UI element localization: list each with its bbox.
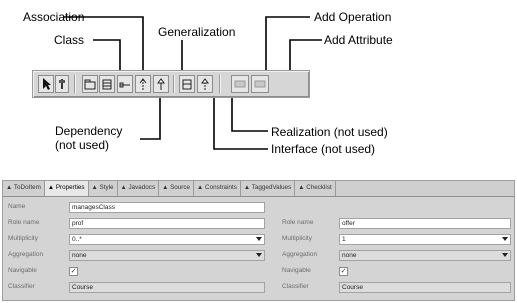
right-aggregation-label: Aggregation bbox=[282, 251, 318, 258]
right-aggregation-value: none bbox=[342, 252, 357, 259]
left-navigable-checkbox[interactable]: ✓ bbox=[69, 267, 78, 276]
toolbar-separator bbox=[74, 75, 76, 93]
association-callout: Association bbox=[23, 10, 85, 24]
properties-panel: ▲ ToDoItem ▲ Properties ▲ Style ▲ Javado… bbox=[2, 180, 515, 301]
chevron-down-icon bbox=[502, 237, 508, 241]
diagram-toolbar bbox=[32, 70, 310, 98]
right-navigable-checkbox[interactable]: ✓ bbox=[339, 267, 348, 276]
left-classifier-field[interactable]: Course bbox=[69, 282, 265, 293]
left-role-name-input[interactable]: prof bbox=[69, 218, 265, 229]
left-multiplicity-select[interactable]: 0..* bbox=[69, 234, 265, 245]
package-tool-button[interactable] bbox=[82, 75, 98, 93]
name-label: Name bbox=[8, 203, 26, 210]
realization-tool-button[interactable] bbox=[197, 75, 213, 93]
tab-label: Checklist bbox=[306, 184, 332, 191]
tab-label: Source bbox=[170, 184, 191, 191]
dependency-callout: Dependency (not used) bbox=[55, 124, 122, 152]
toolbar-separator bbox=[219, 75, 221, 93]
interface-leader bbox=[213, 98, 268, 150]
tab-constraints[interactable]: ▲ Constraints bbox=[194, 181, 241, 196]
tab-label: Javadocs bbox=[128, 184, 156, 191]
right-classifier-label: Classifier bbox=[282, 283, 309, 290]
class-tool-button[interactable] bbox=[99, 75, 115, 93]
add-attribute-tool-button[interactable] bbox=[251, 75, 269, 93]
tab-javadocs[interactable]: ▲ Javadocs bbox=[117, 181, 160, 196]
right-role-name-input[interactable]: offer bbox=[339, 218, 511, 229]
dependency-arrow-icon bbox=[139, 78, 147, 90]
attribute-icon bbox=[254, 80, 266, 88]
right-navigable-label: Navigable bbox=[282, 267, 311, 274]
tab-todoitem[interactable]: ▲ ToDoItem bbox=[3, 181, 45, 196]
tab-checklist[interactable]: ▲ Checklist bbox=[295, 181, 336, 196]
add-operation-tool-button[interactable] bbox=[231, 75, 249, 93]
right-multiplicity-value: 1 bbox=[342, 236, 346, 243]
left-aggregation-select[interactable]: none bbox=[69, 250, 265, 261]
tab-label: Style bbox=[99, 184, 114, 191]
add-attribute-leader bbox=[289, 39, 322, 70]
right-role-name-label: Role name bbox=[282, 219, 314, 226]
dependency-callout-line2: (not used) bbox=[55, 138, 110, 152]
left-aggregation-label: Aggregation bbox=[8, 251, 44, 258]
right-multiplicity-label: Multiplicity bbox=[282, 235, 312, 242]
name-input[interactable]: managesClass bbox=[69, 202, 265, 213]
dependency-tool-button[interactable] bbox=[135, 75, 151, 93]
tab-source[interactable]: ▲ Source bbox=[159, 181, 195, 196]
add-operation-callout: Add Operation bbox=[314, 10, 392, 24]
realization-callout: Realization (not used) bbox=[271, 125, 388, 139]
left-multiplicity-label: Multiplicity bbox=[8, 235, 38, 242]
tab-properties[interactable]: ▲ Properties bbox=[44, 181, 89, 196]
right-aggregation-select[interactable]: none bbox=[339, 250, 511, 261]
right-multiplicity-select[interactable]: 1 bbox=[339, 234, 511, 245]
left-multiplicity-value: 0..* bbox=[72, 236, 82, 243]
chevron-down-icon bbox=[256, 253, 262, 257]
left-aggregation-value: none bbox=[72, 252, 87, 259]
dependency-callout-line1: Dependency bbox=[55, 124, 123, 138]
left-classifier-label: Classifier bbox=[8, 283, 35, 290]
pin-icon bbox=[59, 79, 65, 89]
realization-arrow-icon bbox=[201, 78, 209, 90]
right-classifier-field[interactable]: Course bbox=[339, 282, 511, 293]
chevron-down-icon bbox=[502, 253, 508, 257]
interface-callout: Interface (not used) bbox=[271, 142, 376, 156]
generalization-tool-button[interactable] bbox=[153, 75, 169, 93]
note-tool-button[interactable] bbox=[55, 75, 69, 93]
tab-label: TaggedValues bbox=[251, 184, 292, 191]
add-operation-leader bbox=[265, 16, 310, 70]
select-tool-button[interactable] bbox=[38, 75, 54, 93]
operation-icon bbox=[234, 80, 246, 88]
realization-leader bbox=[231, 98, 268, 132]
association-line-icon bbox=[119, 82, 130, 88]
left-navigable-label: Navigable bbox=[8, 267, 37, 274]
tab-style[interactable]: ▲ Style bbox=[88, 181, 118, 196]
panel-tabs: ▲ ToDoItem ▲ Properties ▲ Style ▲ Javado… bbox=[3, 181, 514, 197]
tab-taggedvalues[interactable]: ▲ TaggedValues bbox=[240, 181, 296, 196]
package-icon bbox=[84, 79, 96, 90]
tab-label: Constraints bbox=[205, 184, 237, 191]
chevron-down-icon bbox=[256, 237, 262, 241]
add-attribute-callout: Add Attribute bbox=[324, 33, 393, 47]
arrow-pointer-icon bbox=[43, 78, 51, 90]
class-icon bbox=[102, 79, 112, 90]
class-leader bbox=[93, 39, 121, 70]
tab-label: Properties bbox=[55, 184, 85, 191]
tab-label: ToDoItem bbox=[13, 184, 41, 191]
dependency-leader bbox=[140, 98, 161, 140]
generalization-arrow-icon bbox=[157, 78, 165, 90]
interface-icon bbox=[182, 79, 192, 90]
left-role-name-label: Role name bbox=[8, 219, 40, 226]
association-tool-button[interactable] bbox=[117, 75, 133, 93]
toolbar-separator bbox=[173, 75, 175, 93]
interface-tool-button[interactable] bbox=[179, 75, 195, 93]
generalization-callout: Generalization bbox=[158, 25, 236, 39]
class-callout: Class bbox=[54, 33, 85, 47]
